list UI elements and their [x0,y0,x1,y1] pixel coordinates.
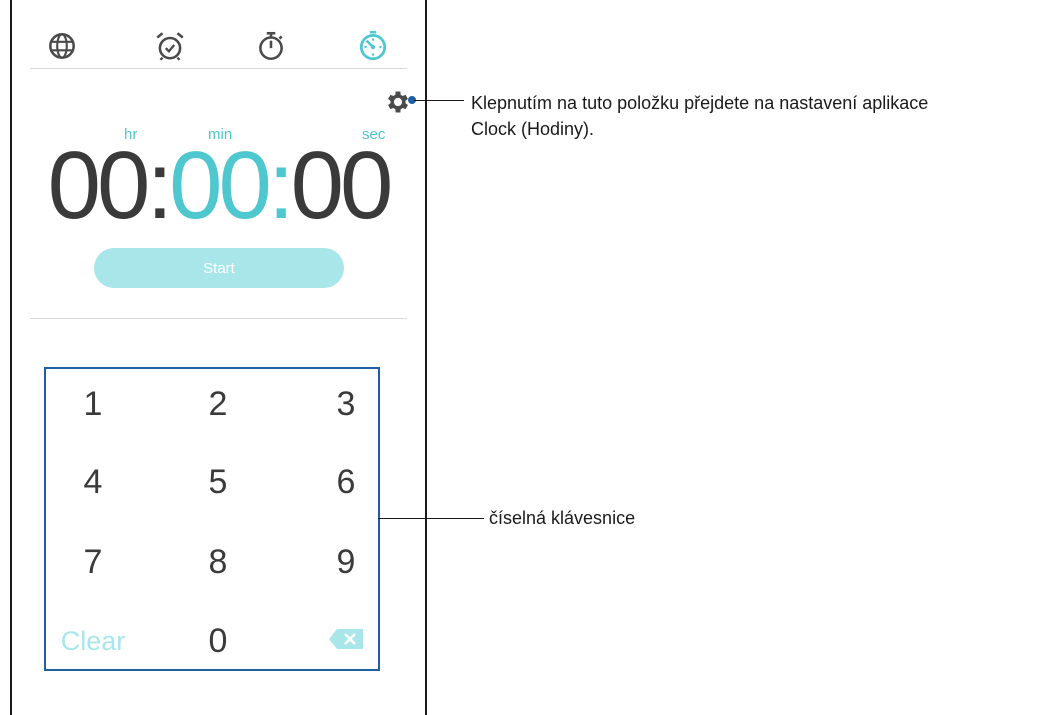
backspace-icon [329,629,363,649]
key-5[interactable]: 5 [173,454,263,510]
key-4[interactable]: 4 [48,454,138,510]
tab-bar [12,14,425,68]
keypad-callout-text: číselná klávesnice [489,508,636,528]
alarm-clock-icon [156,32,184,61]
keypad-callout-line [378,518,484,519]
globe-icon [49,33,75,59]
key-0[interactable]: 0 [173,613,263,669]
tab-world-clock[interactable] [42,26,82,66]
backspace-button[interactable] [301,611,391,667]
timer-hours: 00 [47,132,151,239]
tab-alarm[interactable] [150,26,190,66]
key-9[interactable]: 9 [301,534,391,590]
timer-separator: : [267,132,295,239]
key-6[interactable]: 6 [301,454,391,510]
key-1[interactable]: 1 [48,376,138,432]
settings-callout-line [414,100,464,101]
phone-screen: hr min sec 00:00:00 Start 1 2 3 4 5 6 7 … [10,0,427,715]
key-3[interactable]: 3 [301,376,391,432]
timer-seconds: 00 [290,132,394,239]
content-divider [30,318,407,319]
timer-icon [359,30,387,61]
key-7[interactable]: 7 [48,534,138,590]
timer-display: 00:00:00 [12,136,425,236]
stopwatch-icon [259,31,283,61]
timer-separator: : [146,132,173,239]
key-2[interactable]: 2 [173,376,263,432]
tab-timer[interactable] [353,26,393,66]
settings-callout-text: Klepnutím na tuto položku přejdete na na… [471,93,929,139]
clear-button[interactable]: Clear [48,613,138,669]
start-button[interactable]: Start [94,248,344,288]
numeric-keypad: 1 2 3 4 5 6 7 8 9 Clear 0 [44,367,380,671]
timer-minutes: 00 [169,132,272,239]
key-8[interactable]: 8 [173,534,263,590]
tab-divider [30,68,407,69]
tab-stopwatch[interactable] [251,26,291,66]
